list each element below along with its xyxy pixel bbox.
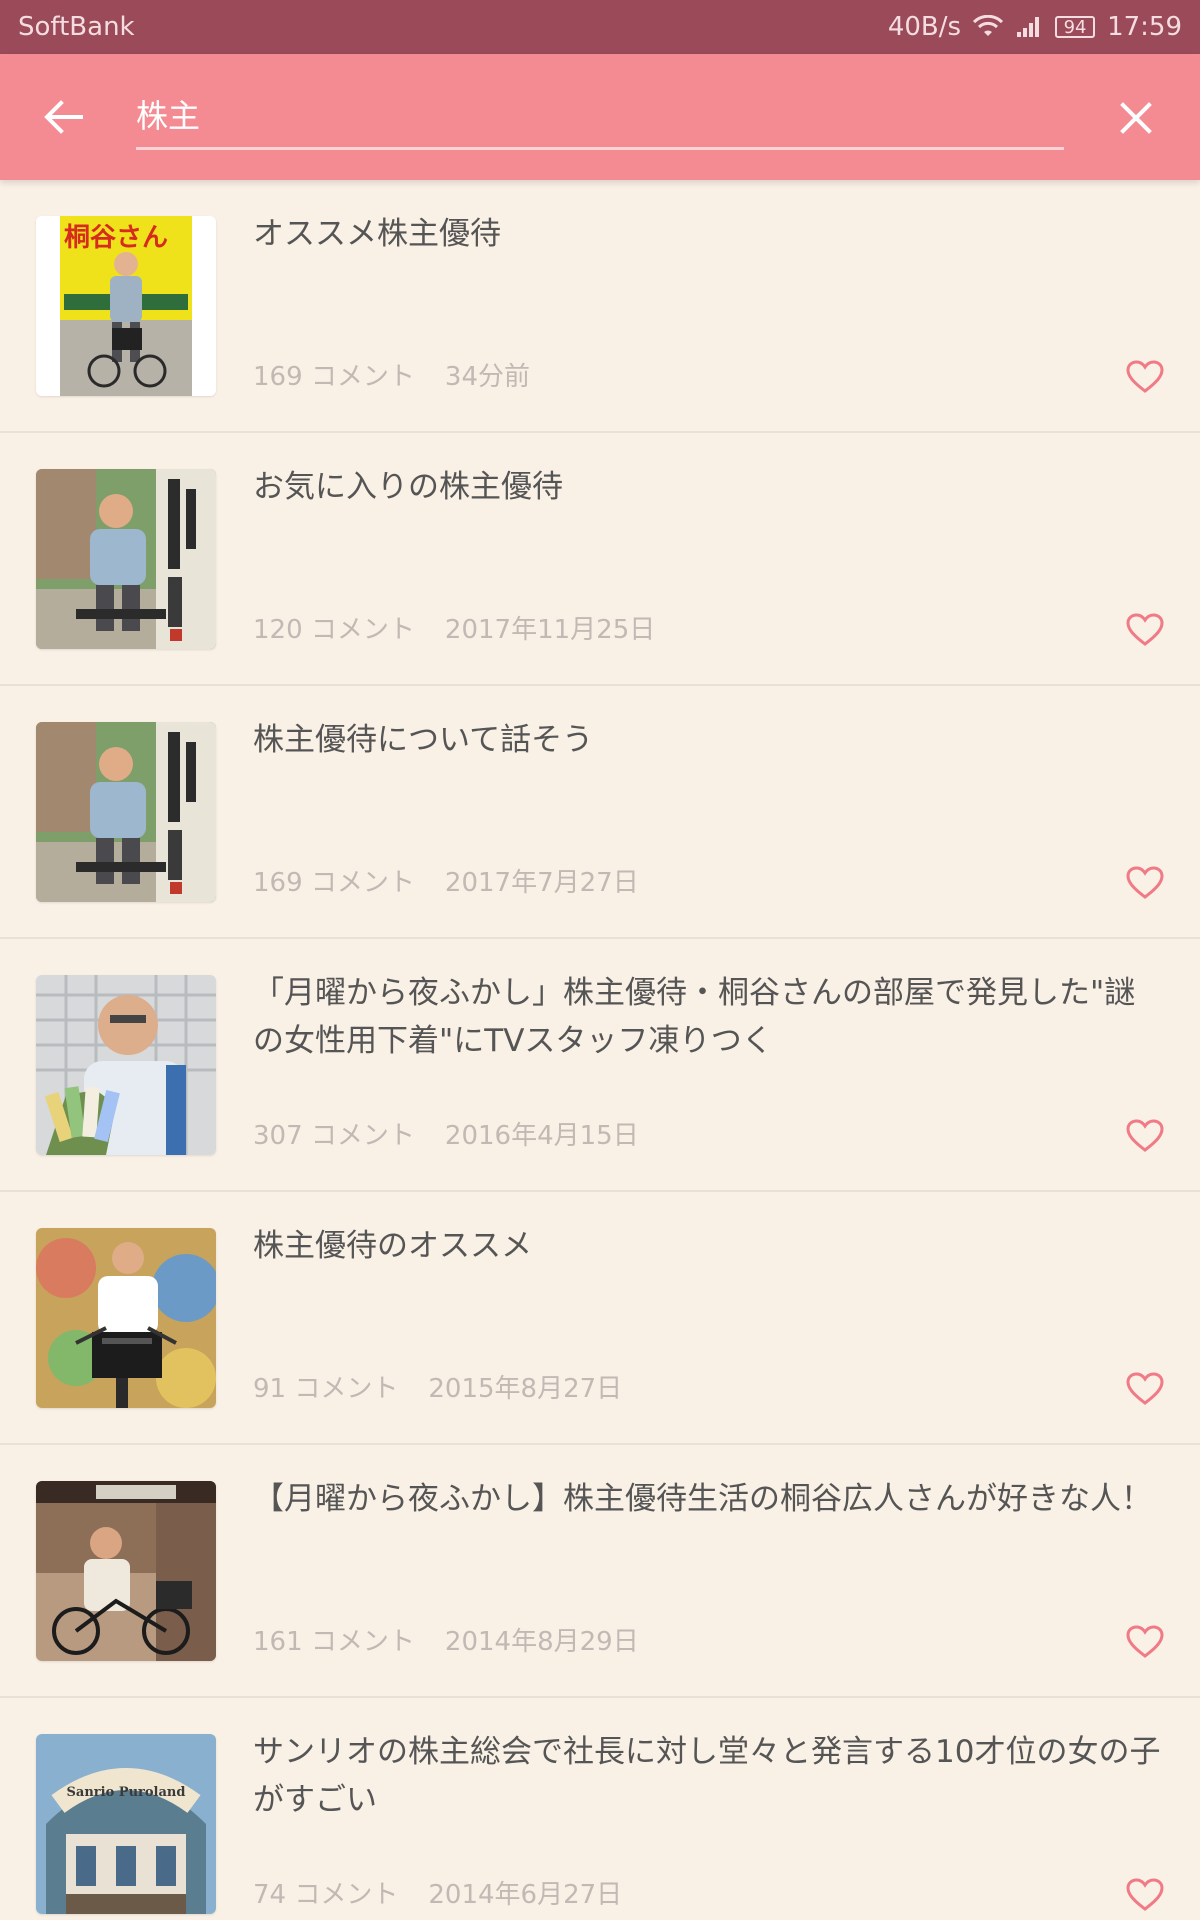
comment-count: 120 コメント xyxy=(253,615,415,645)
favorite-button[interactable] xyxy=(1120,354,1170,400)
thumbnail-image xyxy=(36,722,216,902)
clock: 17:59 xyxy=(1107,12,1182,42)
heart-outline-icon xyxy=(1126,613,1164,646)
heart-outline-icon xyxy=(1126,866,1164,899)
heart-outline-icon xyxy=(1126,1372,1164,1405)
thread-meta: 307 コメント 2016年4月15日 xyxy=(253,1115,639,1152)
status-bar: SoftBank 40B/s 94 17:59 xyxy=(0,0,1200,54)
thread-title: 「月曜から夜ふかし」株主優待・桐谷さんの部屋で発見した"謎の女性用下着"にTVス… xyxy=(253,975,1136,1059)
favorite-button[interactable] xyxy=(1120,860,1170,906)
post-date: 2014年8月29日 xyxy=(444,1627,639,1657)
thread-title: サンリオの株主総会で社長に対し堂々と発言する10才位の女の子がすごい xyxy=(253,1734,1161,1818)
favorite-button[interactable] xyxy=(1120,1619,1170,1665)
thread-meta: 169 コメント 34分前 xyxy=(253,356,530,393)
favorite-button[interactable] xyxy=(1120,1113,1170,1159)
heart-outline-icon xyxy=(1126,1119,1164,1152)
list-item[interactable]: Sanrio Puroland サンリオの株主総会で社長に対し堂々と発言する10… xyxy=(0,1698,1200,1920)
post-date: 2014年6月27日 xyxy=(428,1880,623,1910)
list-item[interactable]: 株主優待について話そう 169 コメント 2017年7月27日 xyxy=(0,686,1200,939)
list-item[interactable]: 桐谷さん オススメ株主優待 169 コメント 34分前 xyxy=(0,180,1200,433)
favorite-button[interactable] xyxy=(1120,607,1170,653)
thumbnail-image xyxy=(36,1481,216,1661)
thumbnail-image xyxy=(36,469,216,649)
favorite-button[interactable] xyxy=(1120,1872,1170,1918)
list-item[interactable]: お気に入りの株主優待 120 コメント 2017年11月25日 xyxy=(0,433,1200,686)
search-results-list: 桐谷さん オススメ株主優待 169 コメント 34分前 お気に入りの株主優待 1… xyxy=(0,180,1200,1920)
comment-count: 307 コメント xyxy=(253,1121,415,1151)
thread-title: お気に入りの株主優待 xyxy=(253,469,563,505)
thread-title: 株主優待について話そう xyxy=(253,722,594,758)
comment-count: 169 コメント xyxy=(253,868,415,898)
thumbnail-image: Sanrio Puroland xyxy=(36,1734,216,1914)
carrier-label: SoftBank xyxy=(18,12,135,42)
favorite-button[interactable] xyxy=(1120,1366,1170,1412)
comment-count: 74 コメント xyxy=(253,1880,399,1910)
post-date: 2015年8月27日 xyxy=(428,1374,623,1404)
thread-title: 【月曜から夜ふかし】株主優待生活の桐谷広人さんが好きな人！ xyxy=(253,1481,1152,1517)
list-item[interactable]: 「月曜から夜ふかし」株主優待・桐谷さんの部屋で発見した"謎の女性用下着"にTVス… xyxy=(0,939,1200,1192)
network-speed: 40B/s xyxy=(887,12,962,42)
post-date: 2017年7月27日 xyxy=(444,868,639,898)
thread-title: オススメ株主優待 xyxy=(253,216,501,252)
battery-icon: 94 xyxy=(1055,16,1096,38)
search-input[interactable] xyxy=(136,84,1064,144)
thumbnail-sign-text: Sanrio Puroland xyxy=(67,1785,186,1800)
thread-meta: 91 コメント 2015年8月27日 xyxy=(253,1368,622,1405)
post-date: 2016年4月15日 xyxy=(444,1121,639,1151)
heart-outline-icon xyxy=(1126,1878,1164,1911)
status-indicators: 40B/s 94 17:59 xyxy=(888,12,1182,42)
thumbnail-image: 桐谷さん xyxy=(36,216,216,396)
back-button[interactable] xyxy=(36,90,90,144)
thumbnail-title-text: 桐谷さん xyxy=(64,223,168,253)
comment-count: 161 コメント xyxy=(253,1627,415,1657)
post-date: 34分前 xyxy=(444,362,530,392)
comment-count: 169 コメント xyxy=(253,362,415,392)
clear-search-button[interactable] xyxy=(1108,90,1164,146)
thumbnail-image xyxy=(36,1228,216,1408)
list-item[interactable]: 株主優待のオススメ 91 コメント 2015年8月27日 xyxy=(0,1192,1200,1445)
signal-icon xyxy=(1015,15,1043,39)
list-item[interactable]: 【月曜から夜ふかし】株主優待生活の桐谷広人さんが好きな人！ 161 コメント 2… xyxy=(0,1445,1200,1698)
post-date: 2017年11月25日 xyxy=(444,615,656,645)
thread-meta: 74 コメント 2014年6月27日 xyxy=(253,1874,622,1911)
thread-meta: 169 コメント 2017年7月27日 xyxy=(253,862,639,899)
comment-count: 91 コメント xyxy=(253,1374,399,1404)
wifi-icon xyxy=(973,15,1004,39)
heart-outline-icon xyxy=(1126,360,1164,393)
thread-meta: 120 コメント 2017年11月25日 xyxy=(253,609,655,646)
thread-meta: 161 コメント 2014年8月29日 xyxy=(253,1621,639,1658)
thread-title: 株主優待のオススメ xyxy=(253,1228,532,1264)
search-app-bar xyxy=(0,54,1200,180)
heart-outline-icon xyxy=(1126,1625,1164,1658)
thumbnail-image xyxy=(36,975,216,1155)
arrow-left-icon xyxy=(44,100,83,134)
search-field xyxy=(136,84,1064,150)
close-icon xyxy=(1120,102,1152,134)
